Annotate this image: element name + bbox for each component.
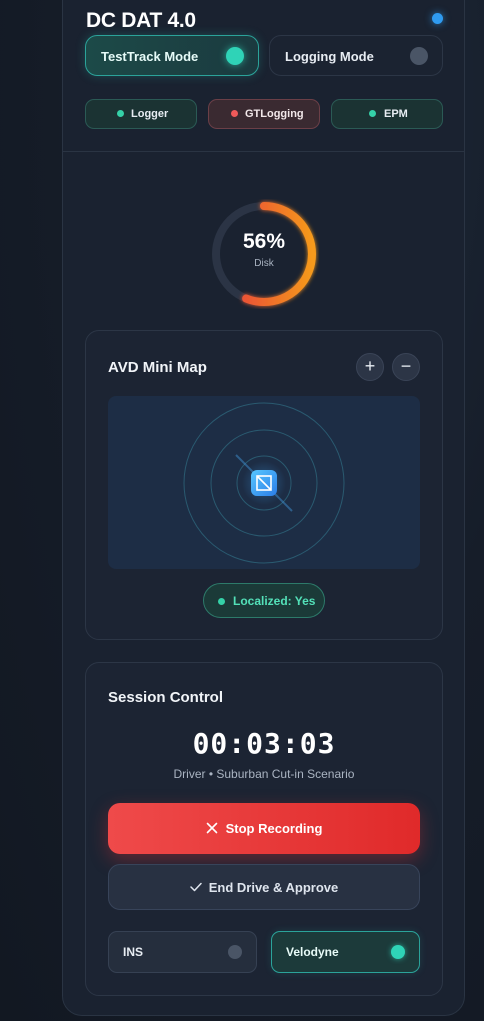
ins-sensor-toggle[interactable]: INS bbox=[108, 931, 257, 973]
mini-map-card: AVD Mini Map + − Localized: Yes bbox=[85, 330, 443, 640]
app-title: DC DAT 4.0 bbox=[86, 9, 196, 32]
velodyne-sensor-toggle[interactable]: Velodyne bbox=[271, 931, 420, 973]
ins-sensor-label: INS bbox=[123, 945, 144, 959]
logger-chip-label: Logger bbox=[131, 108, 169, 120]
stop-recording-button[interactable]: Stop Recording bbox=[108, 803, 420, 854]
check-icon bbox=[189, 882, 202, 892]
vehicle-position-icon bbox=[251, 470, 277, 496]
mini-map-title: AVD Mini Map bbox=[108, 359, 207, 376]
toggle-on-indicator bbox=[391, 945, 405, 959]
gtlogging-chip-label: GTLogging bbox=[245, 108, 304, 120]
logging-mode-label: Logging Mode bbox=[285, 49, 374, 64]
map-viewport[interactable] bbox=[108, 396, 420, 569]
toggle-on-indicator bbox=[226, 47, 244, 65]
disk-usage-gauge: 56% Disk bbox=[209, 199, 319, 309]
connection-status-dot bbox=[432, 13, 443, 24]
session-control-title: Session Control bbox=[108, 689, 224, 706]
panel-header: DC DAT 4.0 TestTrack Mode Logging Mode L… bbox=[63, 1, 464, 152]
velodyne-sensor-label: Velodyne bbox=[286, 945, 339, 959]
epm-chip-label: EPM bbox=[384, 108, 408, 120]
toggle-off-indicator bbox=[228, 945, 242, 959]
status-dot-icon bbox=[369, 110, 376, 117]
close-icon bbox=[206, 822, 217, 834]
session-subtitle: Driver • Suburban Cut-in Scenario bbox=[173, 767, 355, 781]
disk-label: Disk bbox=[254, 258, 274, 269]
map-rings bbox=[183, 402, 345, 564]
gtlogging-status-chip[interactable]: GTLogging bbox=[208, 99, 320, 129]
zoom-out-button[interactable]: − bbox=[392, 353, 420, 381]
epm-status-chip[interactable]: EPM bbox=[331, 99, 443, 129]
status-dot-icon bbox=[117, 110, 124, 117]
testtrack-mode-label: TestTrack Mode bbox=[101, 49, 199, 64]
toggle-off-indicator bbox=[410, 47, 428, 65]
logger-status-chip[interactable]: Logger bbox=[85, 99, 197, 129]
stop-recording-label: Stop Recording bbox=[225, 821, 323, 836]
control-panel: DC DAT 4.0 TestTrack Mode Logging Mode L… bbox=[62, 0, 465, 1016]
status-dot-icon bbox=[218, 598, 225, 605]
logging-mode-toggle[interactable]: Logging Mode bbox=[269, 35, 443, 76]
localization-status-badge: Localized: Yes bbox=[203, 583, 325, 618]
end-drive-approve-button[interactable]: End Drive & Approve bbox=[108, 864, 420, 910]
session-timer: 00:03:03 bbox=[192, 727, 336, 760]
session-control-card: Session Control 00:03:03 Driver • Suburb… bbox=[85, 662, 443, 996]
testtrack-mode-toggle[interactable]: TestTrack Mode bbox=[85, 35, 259, 76]
end-drive-label: End Drive & Approve bbox=[208, 880, 339, 895]
disk-percent-value: 56% bbox=[242, 230, 286, 253]
status-dot-icon bbox=[231, 110, 238, 117]
zoom-in-button[interactable]: + bbox=[356, 353, 384, 381]
localization-status-text: Localized: Yes bbox=[233, 594, 316, 608]
gauge-ring bbox=[212, 202, 316, 306]
